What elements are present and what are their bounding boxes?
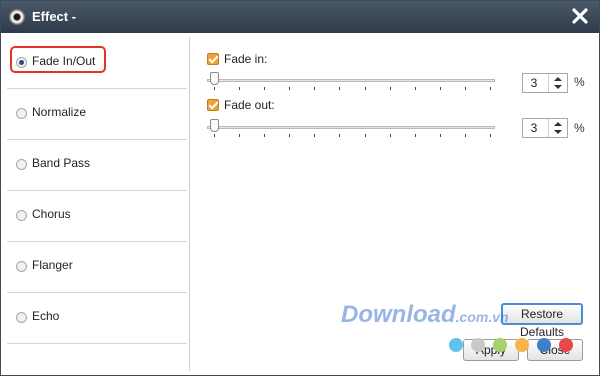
fade-out-stepper[interactable]: 3 — [522, 118, 568, 138]
fade-out-spin-arrows[interactable] — [548, 119, 567, 137]
fade-in-checkbox[interactable] — [207, 53, 219, 65]
effect-window: Effect - Fade In/Out Normalize Band Pass… — [0, 0, 600, 376]
fade-out-checkbox[interactable] — [207, 99, 219, 111]
sidebar-item-label: Flanger — [32, 258, 73, 272]
sidebar-item-normalize[interactable]: Normalize — [7, 88, 187, 140]
slider-tick — [214, 87, 215, 90]
fade-in-value[interactable]: 3 — [523, 76, 545, 90]
sidebar-item-label: Echo — [32, 309, 60, 323]
slider-tick — [264, 134, 266, 137]
slider-tick — [289, 134, 291, 137]
fade-out-unit: % — [574, 121, 585, 135]
slider-tick — [389, 134, 391, 137]
slider-tick — [239, 134, 241, 137]
effect-settings-panel: Fade in: 3 % Fade out: 3 % Restore Defau… — [192, 37, 594, 371]
fade-in-slider-track — [207, 79, 495, 82]
radio-band-pass[interactable] — [16, 159, 27, 170]
slider-tick — [490, 134, 491, 137]
fade-in-slider[interactable] — [207, 72, 495, 93]
slider-tick — [339, 134, 341, 137]
slider-tick — [439, 134, 441, 137]
sidebar-item-label: Chorus — [32, 207, 71, 221]
fade-out-value[interactable]: 3 — [523, 121, 545, 135]
slider-tick — [214, 134, 215, 137]
slider-tick — [364, 134, 366, 137]
fade-in-slider-ticks — [207, 87, 495, 90]
fade-in-stepper[interactable]: 3 — [522, 73, 568, 93]
title-bar: Effect - — [1, 1, 599, 33]
fade-in-spin-arrows[interactable] — [548, 74, 567, 92]
slider-tick — [439, 87, 441, 90]
radio-flanger[interactable] — [16, 261, 27, 272]
slider-tick — [490, 87, 491, 90]
selection-highlight — [10, 46, 106, 73]
speaker-icon — [9, 9, 25, 25]
fade-in-slider-thumb[interactable] — [210, 72, 219, 85]
fade-out-label: Fade out: — [224, 98, 275, 112]
sidebar-item-echo[interactable]: Echo — [7, 292, 187, 344]
slider-tick — [464, 87, 466, 90]
slider-tick — [239, 87, 241, 90]
sidebar-item-label: Normalize — [32, 105, 87, 119]
slider-tick — [364, 87, 366, 90]
restore-defaults-button[interactable]: Restore Defaults — [501, 303, 583, 339]
radio-echo[interactable] — [16, 312, 27, 323]
slider-tick — [414, 134, 416, 137]
close-window-button[interactable] — [569, 5, 591, 27]
spin-arrows-icon — [554, 77, 562, 89]
slider-tick — [264, 87, 266, 90]
spin-arrows-icon — [554, 122, 562, 134]
fade-out-slider-track — [207, 126, 495, 129]
sidebar-item-chorus[interactable]: Chorus — [7, 190, 187, 242]
fade-in-unit: % — [574, 75, 585, 89]
slider-tick — [314, 134, 316, 137]
slider-tick — [464, 134, 466, 137]
slider-tick — [414, 87, 416, 90]
fade-out-slider-thumb[interactable] — [210, 119, 219, 132]
apply-button[interactable]: Apply — [463, 339, 519, 361]
sidebar-item-flanger[interactable]: Flanger — [7, 241, 187, 293]
fade-out-slider-ticks — [207, 134, 495, 137]
fade-out-slider[interactable] — [207, 119, 495, 140]
close-icon — [572, 8, 588, 24]
slider-tick — [314, 87, 316, 90]
fade-in-label: Fade in: — [224, 52, 268, 66]
sidebar-item-fade-in-out[interactable]: Fade In/Out — [7, 37, 187, 89]
radio-normalize[interactable] — [16, 108, 27, 119]
effect-list: Fade In/Out Normalize Band Pass Chorus F… — [7, 37, 190, 371]
close-button[interactable]: Close — [527, 339, 583, 361]
sidebar-item-label: Band Pass — [32, 156, 91, 170]
radio-chorus[interactable] — [16, 210, 27, 221]
sidebar-item-band-pass[interactable]: Band Pass — [7, 139, 187, 191]
slider-tick — [389, 87, 391, 90]
slider-tick — [339, 87, 341, 90]
slider-tick — [289, 87, 291, 90]
window-title: Effect - — [32, 9, 77, 24]
